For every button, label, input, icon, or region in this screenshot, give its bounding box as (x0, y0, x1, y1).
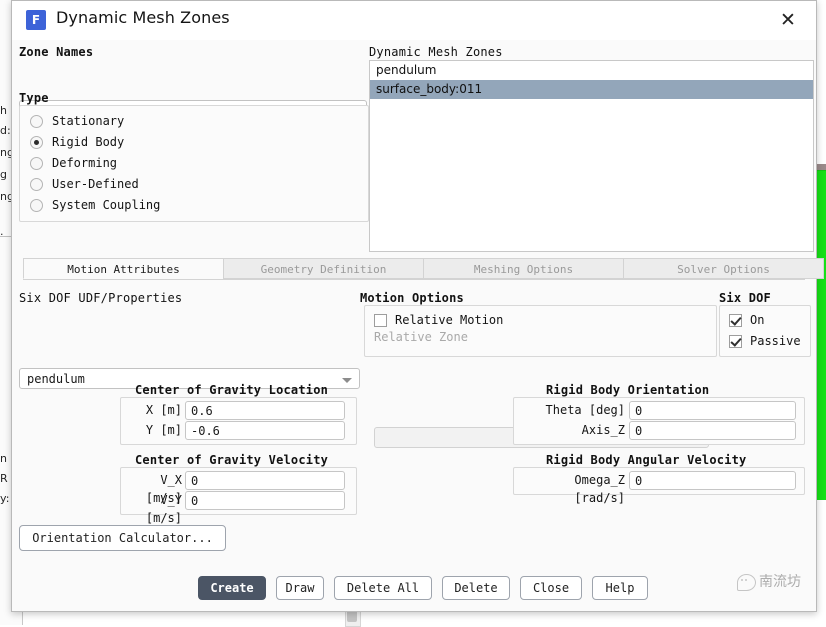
dialog-title: Dynamic Mesh Zones (56, 8, 230, 27)
rb-angular-velocity-label: Rigid Body Angular Velocity (546, 453, 747, 467)
six-dof-passive-checkbox[interactable]: Passive (729, 332, 801, 350)
type-radio-stationary[interactable]: Stationary (30, 111, 124, 131)
radio-indicator (30, 114, 43, 128)
udf-label: Six DOF UDF/Properties (19, 291, 183, 305)
cg-y-label: Y [m] (145, 423, 182, 437)
theta-label: Theta [deg] (545, 403, 625, 417)
type-radio-label: Rigid Body (52, 135, 125, 149)
type-radio-deforming[interactable]: Deforming (30, 153, 117, 173)
six-dof-on-checkbox[interactable]: On (729, 311, 764, 329)
udf-value: pendulum (27, 372, 85, 386)
tab-geometry-definition[interactable]: Geometry Definition (223, 258, 424, 279)
wechat-icon (737, 574, 756, 591)
close-icon[interactable]: ✕ (768, 5, 808, 35)
delete-all-button[interactable]: Delete All (334, 576, 432, 600)
radio-indicator (30, 177, 43, 191)
theta-input[interactable]: 0 (629, 401, 796, 420)
list-item[interactable]: surface_body:011 (370, 80, 813, 99)
zone-names-label: Zone Names (19, 45, 94, 59)
relative-zone-label: Relative Zone (374, 330, 468, 344)
cg-vx-input[interactable]: 0 (185, 471, 345, 490)
chevron-down-icon (342, 378, 352, 383)
orientation-calculator-button[interactable]: Orientation Calculator... (19, 525, 226, 551)
zone-list-label: Dynamic Mesh Zones (369, 45, 503, 59)
radio-indicator (30, 135, 43, 149)
type-radio-rigid-body[interactable]: Rigid Body (30, 132, 124, 152)
cg-velocity-label: Center of Gravity Velocity (135, 453, 329, 467)
tab-solver-options[interactable]: Solver Options (623, 258, 824, 279)
relative-motion-label: Relative Motion (395, 313, 504, 327)
delete-button[interactable]: Delete (442, 576, 510, 600)
create-button[interactable]: Create (198, 576, 266, 600)
tab-bar: Motion Attributes Geometry Definition Mesh… (23, 258, 824, 280)
dynamic-mesh-zones-list[interactable]: pendulum surface_body:011 (369, 60, 814, 252)
six-dof-label: Six DOF (719, 291, 771, 305)
type-radio-label: System Coupling (52, 198, 161, 212)
type-group-label: Type (19, 91, 49, 105)
cg-location-label: Center of Gravity Location (135, 383, 329, 397)
cg-x-input[interactable]: 0.6 (185, 401, 345, 420)
draw-button[interactable]: Draw (276, 576, 324, 600)
six-dof-passive-label: Passive (750, 334, 801, 348)
motion-options-label: Motion Options (360, 291, 464, 305)
fluent-f-icon: F (26, 10, 46, 30)
watermark: 南流坊 (737, 571, 817, 597)
type-group-box: Stationary Rigid Body Deforming User-Define… (19, 105, 369, 222)
tab-motion-attributes[interactable]: Motion Attributes (23, 258, 224, 279)
type-radio-label: Stationary (52, 114, 125, 128)
radio-indicator (30, 156, 43, 170)
type-radio-user-defined[interactable]: User-Defined (30, 174, 139, 194)
type-radio-label: User-Defined (52, 177, 139, 191)
background-mesh-strip (816, 170, 826, 500)
type-radio-system-coupling[interactable]: System Coupling (30, 195, 160, 215)
dynamic-mesh-zones-dialog: F Dynamic Mesh Zones ✕ Zone Names surfac… (11, 0, 824, 612)
cg-y-input[interactable]: -0.6 (185, 421, 345, 440)
radio-indicator (30, 198, 43, 212)
cg-vy-input[interactable]: 0 (185, 491, 345, 510)
omega-z-input[interactable]: 0 (629, 471, 796, 490)
cg-vy-label: V_Y [m/s] (145, 493, 182, 525)
omega-z-label: Omega_Z [rad/s] (574, 473, 625, 505)
checkbox-box (374, 313, 387, 327)
dialog-titlebar: F Dynamic Mesh Zones ✕ (12, 1, 816, 40)
axis-z-label: Axis_Z (581, 423, 625, 437)
close-button[interactable]: Close (520, 576, 582, 600)
list-item[interactable]: pendulum (370, 61, 813, 80)
axis-z-input[interactable]: 0 (629, 421, 796, 440)
six-dof-on-label: On (750, 313, 765, 327)
rb-orientation-label: Rigid Body Orientation (546, 383, 710, 397)
help-button[interactable]: Help (592, 576, 648, 600)
checkbox-box (729, 313, 742, 327)
checkbox-box (729, 334, 742, 348)
tab-meshing-options[interactable]: Meshing Options (423, 258, 624, 279)
watermark-text: 南流坊 (759, 574, 801, 590)
cg-x-label: X [m] (145, 403, 182, 417)
type-radio-label: Deforming (52, 156, 118, 170)
relative-motion-checkbox[interactable]: Relative Motion (374, 311, 503, 329)
